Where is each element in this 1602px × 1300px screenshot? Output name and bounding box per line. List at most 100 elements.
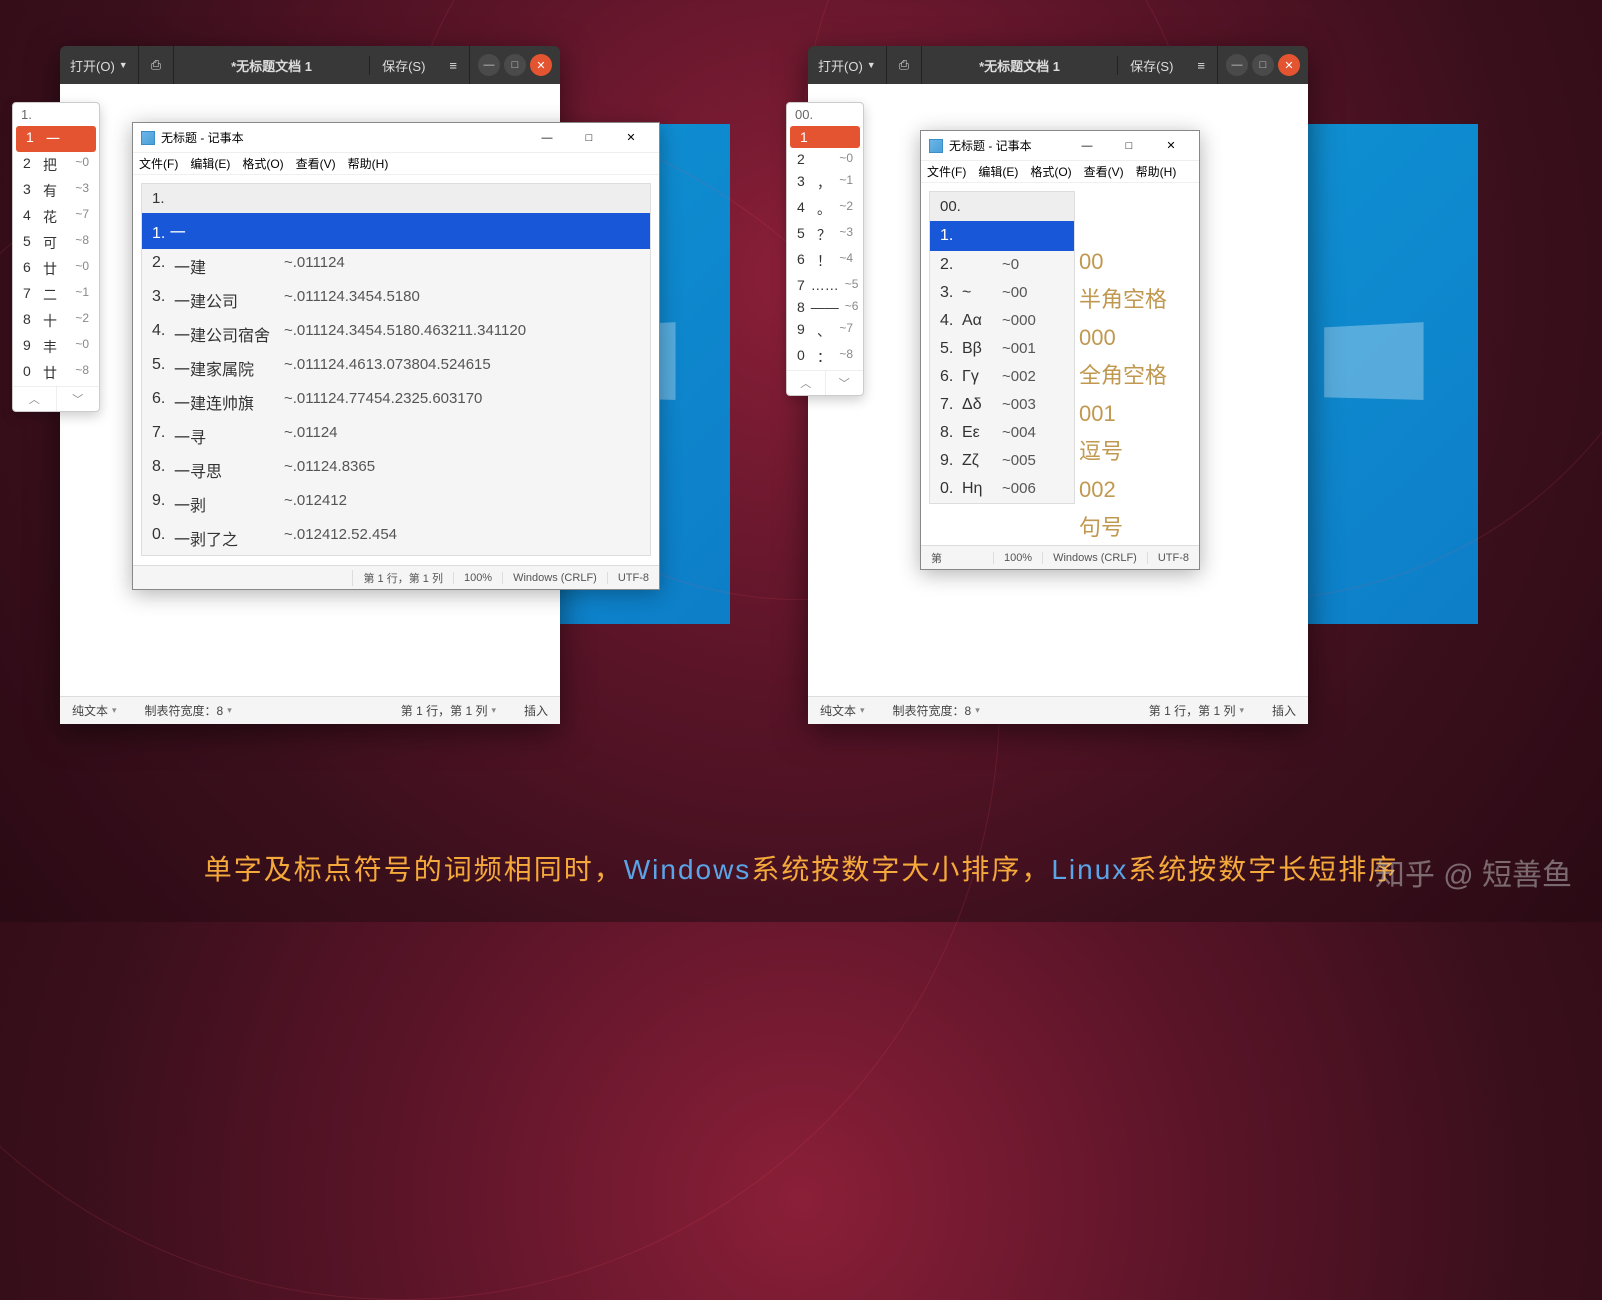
candidate-item[interactable]: 9.Ζζ~005 bbox=[930, 447, 1074, 475]
candidate-item[interactable]: 9.一剥~.012412 bbox=[142, 487, 650, 521]
menu-item[interactable]: 编辑(E) bbox=[978, 163, 1018, 180]
titlebar: 打开(O) ▼ ⎙ *无标题文档 1 保存(S) ≡ — □ ✕ bbox=[60, 46, 560, 84]
open-button[interactable]: 打开(O) ▼ bbox=[60, 46, 139, 84]
ime-candidate[interactable]: 7……~5 bbox=[787, 274, 863, 296]
close-button[interactable]: ✕ bbox=[611, 126, 651, 150]
filetype[interactable]: 纯文本 bbox=[820, 702, 865, 719]
ime-candidate[interactable]: 7二~1 bbox=[13, 282, 99, 308]
ime-candidate[interactable]: 8——~6 bbox=[787, 296, 863, 318]
candidate-item[interactable]: 5.Ββ~001 bbox=[930, 335, 1074, 363]
notepad-window-right: 无标题 - 记事本 — □ ✕ 文件(F) 编辑(E) 格式(O) 查看(V) 帮助(H… bbox=[920, 130, 1200, 570]
cursor-pos[interactable]: 第 1 行，第 1 列 bbox=[401, 702, 496, 719]
menu-item[interactable]: 文件(F) bbox=[139, 155, 178, 172]
ime-candidate[interactable]: 6！~4 bbox=[787, 248, 863, 274]
menu-item[interactable]: 查看(V) bbox=[1084, 163, 1124, 180]
close-button[interactable]: ✕ bbox=[1278, 54, 1300, 76]
ime-candidate[interactable]: 2~0 bbox=[787, 148, 863, 170]
candidate-item[interactable]: 2.~0 bbox=[930, 251, 1074, 279]
maximize-button[interactable]: □ bbox=[504, 54, 526, 76]
new-tab-button[interactable]: ⎙ bbox=[887, 46, 922, 84]
gedit-statusbar: 纯文本 制表符宽度：8 第 1 行，第 1 列 插入 bbox=[808, 696, 1308, 724]
ime-candidate[interactable]: 5可~8 bbox=[13, 230, 99, 256]
ime-candidate[interactable]: 4花~7 bbox=[13, 204, 99, 230]
ime-candidate[interactable]: 9丰~0 bbox=[13, 334, 99, 360]
document-title: *无标题文档 1 bbox=[174, 56, 369, 75]
ime-candidate[interactable]: 2把~0 bbox=[13, 152, 99, 178]
candidate-selected[interactable]: 1. 一 bbox=[142, 213, 650, 249]
minimize-button[interactable]: — bbox=[527, 126, 567, 150]
annotation-labels: 00半角空格000全角空格001逗号002句号 bbox=[1079, 243, 1167, 547]
ime-candidate[interactable]: 3有~3 bbox=[13, 178, 99, 204]
minimize-button[interactable]: — bbox=[478, 54, 500, 76]
notepad-body[interactable]: 1. 1. 一 2.一建~.0111243.一建公司~.011124.3454.… bbox=[133, 175, 659, 559]
minimize-button[interactable]: — bbox=[1226, 54, 1248, 76]
candidate-item[interactable]: 6.一建连帅旗~.011124.77454.2325.603170 bbox=[142, 385, 650, 419]
candidate-item[interactable]: 2.一建~.011124 bbox=[142, 249, 650, 283]
tab-width[interactable]: 制表符宽度：8 bbox=[893, 702, 980, 719]
candidate-item[interactable]: 5.一建家属院~.011124.4613.073804.524615 bbox=[142, 351, 650, 385]
gedit-statusbar: 纯文本 制表符宽度：8 第 1 行，第 1 列 插入 bbox=[60, 696, 560, 724]
menu-item[interactable]: 格式(O) bbox=[1030, 163, 1071, 180]
menu-button[interactable]: ≡ bbox=[1185, 46, 1218, 84]
ime-input: 00. bbox=[787, 103, 863, 126]
ime-panel-left[interactable]: 1. 1一2把~03有~34花~75可~86廿~07二~18十~29丰~00廿~… bbox=[12, 102, 100, 412]
candidate-input: 1. bbox=[142, 184, 650, 213]
candidate-item[interactable]: 4.一建公司宿舍~.011124.3454.5180.463211.341120 bbox=[142, 317, 650, 351]
ime-candidate[interactable]: 3，~1 bbox=[787, 170, 863, 196]
menu-item[interactable]: 帮助(H) bbox=[1136, 163, 1177, 180]
ime-panel-right[interactable]: 00. 12~03，~14。 ~25？~36！~47……~58——~69、~70… bbox=[786, 102, 864, 396]
ime-candidate[interactable]: 9、~7 bbox=[787, 318, 863, 344]
candidate-item[interactable]: 3.一建公司~.011124.3454.5180 bbox=[142, 283, 650, 317]
maximize-button[interactable]: □ bbox=[1109, 134, 1149, 158]
candidate-item[interactable]: 8.一寻思~.01124.8365 bbox=[142, 453, 650, 487]
candidate-selected[interactable]: 1. bbox=[930, 221, 1074, 251]
ime-candidate[interactable]: 8十~2 bbox=[13, 308, 99, 334]
open-button[interactable]: 打开(O) ▼ bbox=[808, 46, 887, 84]
close-button[interactable]: ✕ bbox=[530, 54, 552, 76]
notepad-menubar[interactable]: 文件(F) 编辑(E) 格式(O) 查看(V) 帮助(H) bbox=[921, 161, 1199, 183]
maximize-button[interactable]: □ bbox=[569, 126, 609, 150]
menu-item[interactable]: 文件(F) bbox=[927, 163, 966, 180]
cursor-pos[interactable]: 第 1 行，第 1 列 bbox=[1149, 702, 1244, 719]
insert-mode: 插入 bbox=[524, 702, 548, 719]
ime-candidate[interactable]: 4。 ~2 bbox=[787, 196, 863, 222]
ime-candidate[interactable]: 6廿~0 bbox=[13, 256, 99, 282]
ime-candidate[interactable]: 1 bbox=[790, 126, 860, 148]
ime-candidate[interactable]: 0廿~8 bbox=[13, 360, 99, 386]
candidate-window[interactable]: 00. 1. 2.~03.~~004.Αα~0005.Ββ~0016.Γγ~00… bbox=[929, 191, 1075, 504]
menu-item[interactable]: 编辑(E) bbox=[190, 155, 230, 172]
notepad-menubar[interactable]: 文件(F) 编辑(E) 格式(O) 查看(V) 帮助(H) bbox=[133, 153, 659, 175]
candidate-item[interactable]: 4.Αα~000 bbox=[930, 307, 1074, 335]
menu-item[interactable]: 格式(O) bbox=[242, 155, 283, 172]
ime-candidate[interactable]: 5？~3 bbox=[787, 222, 863, 248]
menu-item[interactable]: 查看(V) bbox=[296, 155, 336, 172]
notepad-titlebar: 无标题 - 记事本 — □ ✕ bbox=[921, 131, 1199, 161]
notepad-statusbar: 第 1 行，第 1 列 100% Windows (CRLF) UTF-8 bbox=[133, 565, 659, 589]
candidate-item[interactable]: 3.~~00 bbox=[930, 279, 1074, 307]
menu-button[interactable]: ≡ bbox=[437, 46, 470, 84]
candidate-window[interactable]: 1. 1. 一 2.一建~.0111243.一建公司~.011124.3454.… bbox=[141, 183, 651, 556]
minimize-button[interactable]: — bbox=[1067, 134, 1107, 158]
maximize-button[interactable]: □ bbox=[1252, 54, 1274, 76]
menu-item[interactable]: 帮助(H) bbox=[348, 155, 389, 172]
candidate-item[interactable]: 6.Γγ~002 bbox=[930, 363, 1074, 391]
insert-mode: 插入 bbox=[1272, 702, 1296, 719]
candidate-item[interactable]: 7.一寻~.01124 bbox=[142, 419, 650, 453]
notepad-body[interactable]: 00. 1. 2.~03.~~004.Αα~0005.Ββ~0016.Γγ~00… bbox=[921, 183, 1199, 539]
candidate-item[interactable]: 8.Εε~004 bbox=[930, 419, 1074, 447]
ime-nav[interactable]: ︿﹀ bbox=[787, 370, 863, 395]
tab-width[interactable]: 制表符宽度：8 bbox=[145, 702, 232, 719]
save-button[interactable]: 保存(S) bbox=[1117, 56, 1185, 75]
ime-candidate[interactable]: 0：~8 bbox=[787, 344, 863, 370]
candidate-input: 00. bbox=[930, 192, 1074, 221]
notepad-icon bbox=[141, 131, 155, 145]
close-button[interactable]: ✕ bbox=[1151, 134, 1191, 158]
candidate-item[interactable]: 7.Δδ~003 bbox=[930, 391, 1074, 419]
ime-nav[interactable]: ︿﹀ bbox=[13, 386, 99, 411]
filetype[interactable]: 纯文本 bbox=[72, 702, 117, 719]
candidate-item[interactable]: 0.Ηη~006 bbox=[930, 475, 1074, 503]
save-button[interactable]: 保存(S) bbox=[369, 56, 437, 75]
ime-candidate[interactable]: 1一 bbox=[16, 126, 96, 152]
candidate-item[interactable]: 0.一剥了之~.012412.52.454 bbox=[142, 521, 650, 555]
new-tab-button[interactable]: ⎙ bbox=[139, 46, 174, 84]
